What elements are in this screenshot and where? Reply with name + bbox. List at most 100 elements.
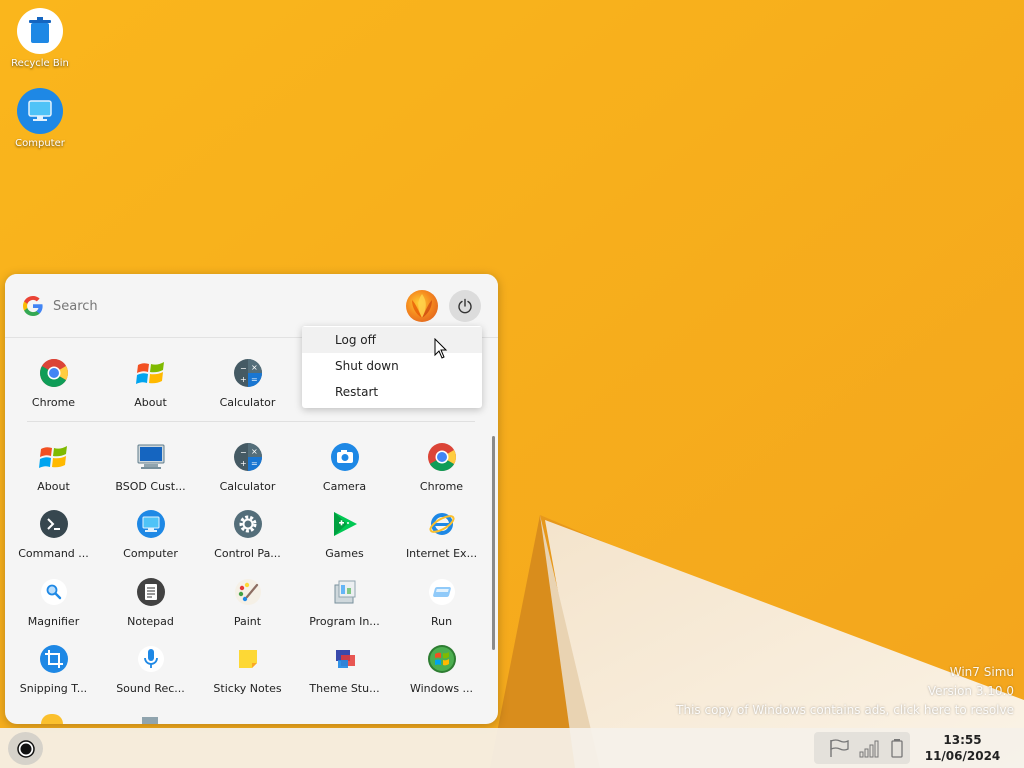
app-label: Paint (233, 615, 262, 628)
app-notepad[interactable]: Notepad (102, 575, 199, 628)
taskbar-clock[interactable]: 13:55 11/06/2024 (915, 732, 1010, 764)
app-label: Control Pa... (214, 547, 281, 560)
terminal-icon (37, 507, 71, 541)
app-label: Windows ... (409, 682, 474, 695)
clock-time: 13:55 (943, 733, 982, 747)
app-label: Magnifier (27, 615, 80, 628)
crop-icon (37, 642, 71, 676)
app-bsod-customizer[interactable]: BSOD Cust... (102, 440, 199, 493)
section-divider (27, 421, 475, 422)
app-about[interactable]: About (5, 440, 102, 493)
activation-watermark[interactable]: Win7 Simu Version 3.10.0 This copy of Wi… (676, 663, 1014, 720)
app-label: BSOD Cust... (115, 480, 186, 493)
app-label: Camera (322, 480, 367, 493)
log-off-option[interactable]: Log off (302, 327, 482, 353)
camera-icon (328, 440, 362, 474)
run-icon (425, 575, 459, 609)
pinned-app-about[interactable]: About (102, 356, 199, 409)
svg-text:×: × (251, 363, 258, 372)
computer-icon (134, 507, 168, 541)
app-label: Program In... (309, 615, 380, 628)
battery-icon[interactable] (890, 738, 904, 758)
watermark-ads-link[interactable]: This copy of Windows contains ads, click… (676, 701, 1014, 720)
app-label: Games (325, 547, 364, 560)
app-label: Theme Stu... (309, 682, 380, 695)
pinned-app-chrome[interactable]: Chrome (5, 356, 102, 409)
app-games[interactable]: Games (296, 507, 393, 560)
watermark-app-name: Win7 Simu (949, 665, 1014, 679)
user-avatar[interactable] (406, 290, 438, 322)
shut-down-option[interactable]: Shut down (302, 353, 482, 379)
app-paint[interactable]: Paint (199, 575, 296, 628)
app-calculator[interactable]: − × + = Calculator (199, 440, 296, 493)
app-list-scrollbar[interactable] (492, 436, 495, 650)
app-snipping-tool[interactable]: Snipping T... (5, 642, 102, 695)
power-icon (458, 298, 472, 314)
calculator-icon: − × + = (231, 440, 265, 474)
sticky-note-icon (231, 642, 265, 676)
app-command-prompt[interactable]: Command ... (5, 507, 102, 560)
gear-icon (231, 507, 265, 541)
app-label: Chrome (31, 396, 76, 409)
svg-text:−: − (240, 364, 247, 373)
calculator-icon: − × + = (231, 356, 265, 390)
app-run[interactable]: Run (393, 575, 490, 628)
app-label: Notepad (127, 615, 174, 628)
svg-text:−: − (240, 448, 247, 457)
google-icon (23, 296, 43, 316)
app-magnifier[interactable]: Magnifier (5, 575, 102, 628)
app-theme-studio[interactable]: Theme Stu... (296, 642, 393, 695)
pinned-app-calculator[interactable]: − × + = Calculator (199, 356, 296, 409)
app-label: Sound Rec... (116, 682, 185, 695)
internet-explorer-icon (425, 507, 459, 541)
app-camera[interactable]: Camera (296, 440, 393, 493)
app-label: Chrome (419, 480, 464, 493)
app-program-installer[interactable]: Program In... (296, 575, 393, 628)
partial-app-icon (142, 717, 158, 724)
installer-icon (328, 575, 362, 609)
svg-text:×: × (251, 447, 258, 456)
restart-option[interactable]: Restart (302, 379, 482, 405)
svg-text:+: + (240, 375, 247, 384)
partial-app-icon (41, 714, 63, 724)
app-label: Run (430, 615, 453, 628)
svg-text:=: = (251, 375, 258, 384)
search-input[interactable] (53, 294, 353, 318)
app-label: Calculator (219, 480, 276, 493)
mouse-cursor-icon (434, 338, 448, 359)
desktop-icon-label: Recycle Bin (11, 58, 69, 69)
app-chrome[interactable]: Chrome (393, 440, 490, 493)
start-orb-icon (16, 739, 35, 758)
desktop-icon-recycle-bin[interactable]: Recycle Bin (0, 8, 80, 69)
windows-orb-icon (425, 642, 459, 676)
power-button[interactable] (449, 290, 481, 322)
monitor-icon (134, 440, 168, 474)
windows-flag-icon (37, 440, 71, 474)
system-tray (814, 732, 910, 764)
app-control-panel[interactable]: Control Pa... (199, 507, 296, 560)
windows-flag-icon (134, 356, 168, 390)
start-button[interactable] (8, 732, 43, 765)
app-label: Internet Ex... (405, 547, 478, 560)
desktop-icon-computer[interactable]: Computer (0, 88, 80, 149)
app-label: Computer (123, 547, 178, 560)
app-internet-explorer[interactable]: Internet Ex... (393, 507, 490, 560)
app-computer[interactable]: Computer (102, 507, 199, 560)
signal-icon[interactable] (858, 738, 880, 758)
app-label: About (37, 480, 70, 493)
app-label: Snipping T... (19, 682, 88, 695)
recycle-bin-icon (17, 8, 63, 54)
app-sticky-notes[interactable]: Sticky Notes (199, 642, 296, 695)
power-menu: Log off Shut down Restart (302, 326, 482, 408)
theme-icon (328, 642, 362, 676)
app-sound-recorder[interactable]: Sound Rec... (102, 642, 199, 695)
chrome-icon (37, 356, 71, 390)
desktop-icon-label: Computer (15, 138, 65, 149)
magnifier-icon (37, 575, 71, 609)
app-label: Command ... (18, 547, 89, 560)
flag-icon[interactable] (828, 738, 850, 758)
app-label: About (134, 396, 167, 409)
clock-date: 11/06/2024 (924, 749, 1001, 763)
app-windows[interactable]: Windows ... (393, 642, 490, 695)
paint-palette-icon (231, 575, 265, 609)
